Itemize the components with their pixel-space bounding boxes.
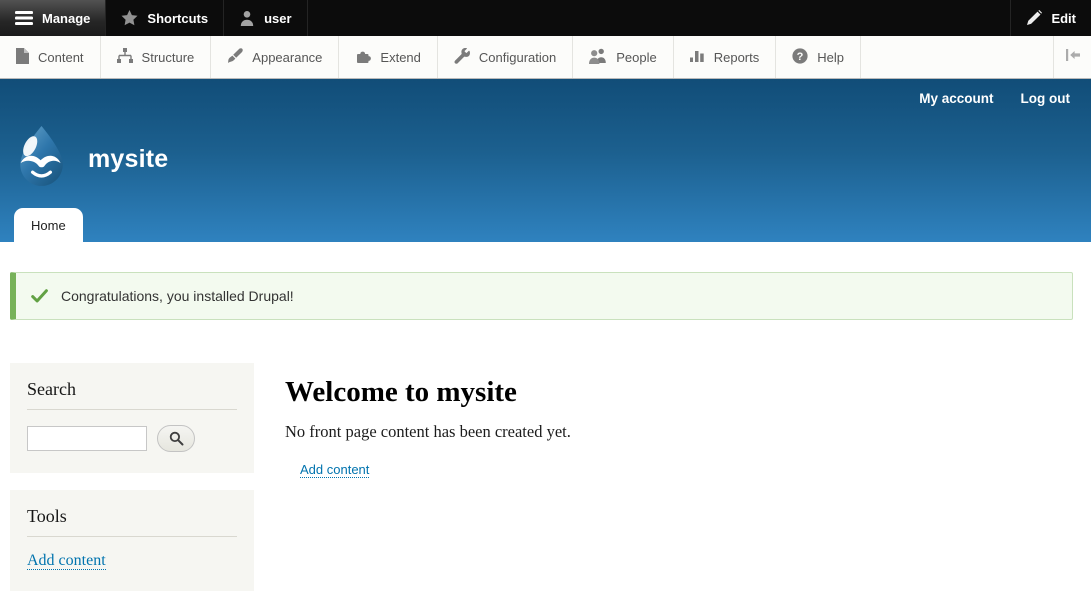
tray-tab-label: Structure <box>142 50 195 65</box>
star-icon <box>121 10 138 26</box>
user-icon <box>239 10 255 26</box>
status-message: Congratulations, you installed Drupal! <box>10 272 1073 320</box>
drupal-logo[interactable] <box>12 125 71 193</box>
admin-toolbar: Manage Shortcuts user Edit <box>0 0 1091 36</box>
people-icon <box>589 48 607 67</box>
tray-tab-content[interactable]: Content <box>0 36 101 78</box>
my-account-link[interactable]: My account <box>919 91 993 106</box>
menu-icon <box>15 11 33 25</box>
secondary-menu: My account Log out <box>919 91 1070 106</box>
search-icon <box>169 431 184 446</box>
toolbar-item-label: Edit <box>1051 11 1076 26</box>
tray-tab-label: People <box>616 50 656 65</box>
wrench-icon <box>454 48 470 67</box>
search-form <box>27 425 237 452</box>
site-header: My account Log out mysite Home <box>0 79 1091 242</box>
sidebar: Search Tools Add content <box>10 363 254 608</box>
tray-tab-reports[interactable]: Reports <box>674 36 777 78</box>
empty-frontpage-message: No front page content has been created y… <box>285 422 1073 442</box>
tray-tab-extend[interactable]: Extend <box>339 36 437 78</box>
page-title: Welcome to mysite <box>285 376 1073 409</box>
tray-tab-label: Content <box>38 50 84 65</box>
tools-block-title: Tools <box>27 506 237 537</box>
tray-tab-label: Appearance <box>252 50 322 65</box>
tray-tab-label: Extend <box>380 50 420 65</box>
search-input[interactable] <box>27 426 147 451</box>
toolbar-item-manage[interactable]: Manage <box>0 0 106 36</box>
tray-tab-structure[interactable]: Structure <box>101 36 212 78</box>
checkmark-icon <box>31 289 48 303</box>
toolbar-orientation-toggle[interactable] <box>1053 36 1091 78</box>
toolbar-orientation-icon <box>1065 48 1081 67</box>
brush-icon <box>227 48 243 67</box>
tray-tab-appearance[interactable]: Appearance <box>211 36 339 78</box>
add-content-link[interactable]: Add content <box>300 462 369 478</box>
tray-tab-people[interactable]: People <box>573 36 673 78</box>
tray-tab-help[interactable]: ? Help <box>776 36 861 78</box>
search-block: Search <box>10 363 254 473</box>
file-icon <box>16 48 29 67</box>
page-layout: Search Tools Add content Welcome to mysi… <box>10 363 1073 608</box>
toolbar-item-shortcuts[interactable]: Shortcuts <box>106 0 224 36</box>
bar-chart-icon <box>690 48 705 66</box>
pencil-icon <box>1026 10 1042 26</box>
tools-block: Tools Add content <box>10 490 254 591</box>
site-branding: mysite <box>12 125 168 193</box>
main-content: Welcome to mysite No front page content … <box>285 363 1073 479</box>
help-icon: ? <box>792 48 808 67</box>
toolbar-item-label: Manage <box>42 11 90 26</box>
tray-tab-configuration[interactable]: Configuration <box>438 36 573 78</box>
tools-add-content-link[interactable]: Add content <box>27 552 106 570</box>
tray-tab-label: Help <box>817 50 844 65</box>
status-text: Congratulations, you installed Drupal! <box>61 288 294 304</box>
toolbar-item-user[interactable]: user <box>224 0 307 36</box>
search-submit-button[interactable] <box>157 425 195 452</box>
toolbar-item-label: user <box>264 11 291 26</box>
svg-text:?: ? <box>797 51 804 63</box>
search-block-title: Search <box>27 379 237 410</box>
tray-spacer <box>861 36 1053 78</box>
tray-tab-label: Reports <box>714 50 760 65</box>
toolbar-item-edit[interactable]: Edit <box>1010 0 1091 36</box>
tray-tab-label: Configuration <box>479 50 556 65</box>
sitemap-icon <box>117 48 133 67</box>
toolbar-item-label: Shortcuts <box>147 11 208 26</box>
site-name[interactable]: mysite <box>88 145 168 174</box>
tab-home[interactable]: Home <box>14 208 83 242</box>
puzzle-icon <box>355 48 371 67</box>
primary-tabs: Home <box>14 208 83 242</box>
admin-toolbar-tray: Content Structure Appearance Extend Conf… <box>0 36 1091 79</box>
logout-link[interactable]: Log out <box>1021 91 1070 106</box>
